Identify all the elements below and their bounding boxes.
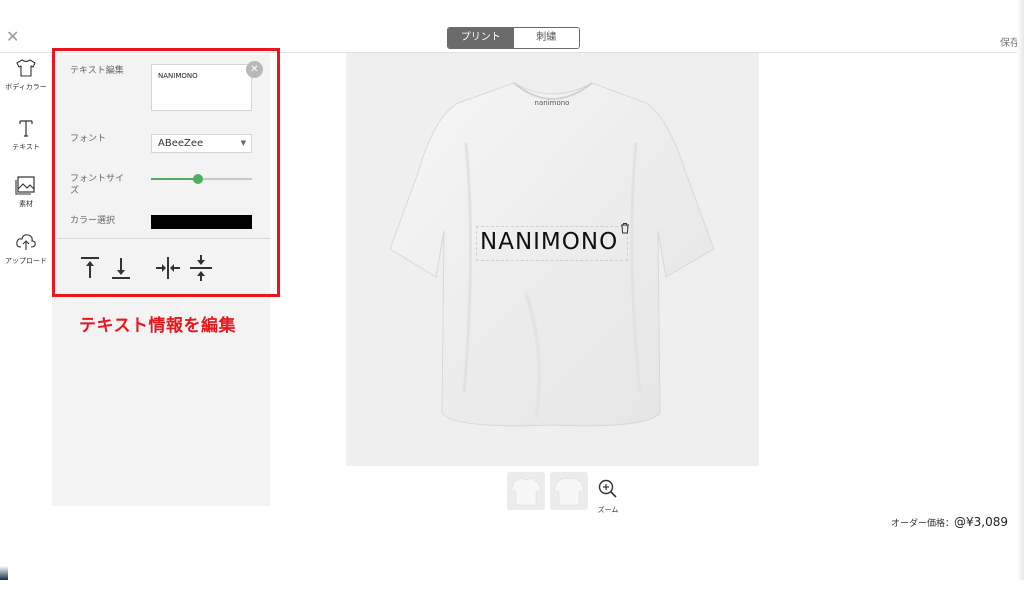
design-text[interactable]: NANIMONO xyxy=(480,229,618,255)
rail-item-label: テキスト xyxy=(12,143,40,151)
rail-item-upload[interactable]: アップロード xyxy=(0,232,52,266)
zoom-label: ズーム xyxy=(597,506,619,514)
thumbnail-back[interactable] xyxy=(550,472,588,510)
tshirt-icon xyxy=(16,59,36,77)
zoom-button[interactable]: ズーム xyxy=(596,479,620,515)
top-bar: ✕ プリント 刺繍 保存 xyxy=(0,0,1024,53)
zoom-in-icon xyxy=(598,479,617,498)
rail-item-label: ボディカラー xyxy=(5,83,47,91)
price-value: @¥3,089 xyxy=(954,515,1008,529)
tshirt-front-thumb xyxy=(507,472,545,510)
rail-item-label: 素材 xyxy=(19,200,33,208)
close-icon[interactable]: ✕ xyxy=(6,29,20,45)
tab-print[interactable]: プリント xyxy=(448,28,514,48)
bottom-margin xyxy=(0,580,1024,602)
rail-item-text[interactable]: テキスト xyxy=(0,118,52,152)
image-icon xyxy=(15,176,35,195)
order-price: オーダー価格：@¥3,089 xyxy=(891,515,1008,529)
text-icon xyxy=(19,120,33,137)
upload-cloud-icon xyxy=(16,234,36,250)
mode-toggle: プリント 刺繍 xyxy=(447,27,580,49)
annotation-caption: テキスト情報を編集 xyxy=(79,316,236,336)
tab-embroidery[interactable]: 刺繍 xyxy=(513,28,579,48)
thumbnail-front[interactable] xyxy=(507,472,545,510)
rail-item-label: アップロード xyxy=(5,257,47,265)
window-corner xyxy=(0,566,8,580)
shirt-tag: nanimono xyxy=(535,99,570,107)
trash-icon[interactable] xyxy=(620,222,630,234)
window-edge xyxy=(1017,0,1024,580)
highlight-frame xyxy=(52,48,280,297)
price-label: オーダー価格： xyxy=(890,519,954,529)
rail-item-material[interactable]: 素材 xyxy=(0,175,52,209)
rail-item-body-color[interactable]: ボディカラー xyxy=(0,58,52,92)
tshirt-back-thumb xyxy=(550,472,588,510)
